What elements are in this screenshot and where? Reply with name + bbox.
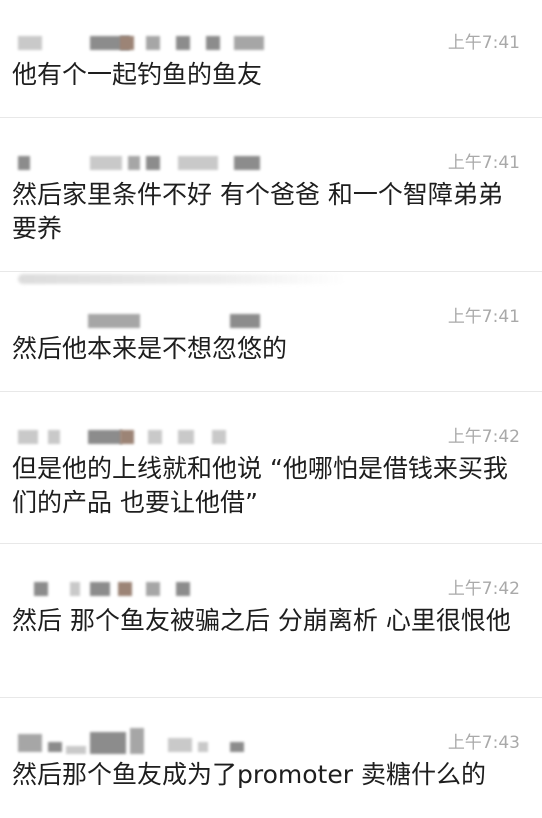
redacted-sender-name — [18, 34, 278, 52]
redacted-sender-name — [18, 580, 278, 598]
message-item[interactable]: 上午7:41 然后他本来是不想忽悠的 — [0, 274, 542, 392]
redacted-sender-name — [18, 312, 278, 330]
message-text: 他有个一起钓鱼的鱼友 — [12, 60, 263, 89]
message-text: 然后 那个鱼友被骗之后 分崩离析 心里很恨他 — [12, 606, 511, 635]
message-item[interactable]: 上午7:41 然后家里条件不好 有个爸爸 和一个智障弟弟要养 — [0, 120, 542, 272]
message-text: 但是他的上线就和他说 “他哪怕是借钱来买我们的产品 也要让他借” — [12, 454, 508, 517]
message-timestamp: 上午7:43 — [447, 733, 520, 753]
redacted-sender-name — [18, 154, 278, 172]
message-item[interactable]: 上午7:43 然后那个鱼友成为了promoter 卖糖什么的 — [0, 700, 542, 818]
message-item[interactable]: 上午7:42 但是他的上线就和他说 “他哪怕是借钱来买我们的产品 也要让他借” — [0, 394, 542, 544]
chat-message-list[interactable]: 上午7:41 他有个一起钓鱼的鱼友 上午7:41 然后家里条件不好 有个爸爸 和… — [0, 0, 542, 818]
message-timestamp: 上午7:41 — [447, 153, 520, 173]
message-timestamp: 上午7:42 — [447, 427, 520, 447]
message-timestamp: 上午7:41 — [447, 33, 520, 53]
redacted-sender-name — [18, 728, 278, 758]
redacted-sender-name — [18, 428, 278, 446]
message-timestamp: 上午7:42 — [447, 579, 520, 599]
message-text: 然后那个鱼友成为了promoter 卖糖什么的 — [12, 760, 486, 789]
message-timestamp: 上午7:41 — [447, 307, 520, 327]
message-text: 然后他本来是不想忽悠的 — [12, 334, 288, 363]
message-item[interactable]: 上午7:41 他有个一起钓鱼的鱼友 — [0, 0, 542, 118]
message-text: 然后家里条件不好 有个爸爸 和一个智障弟弟要养 — [12, 180, 503, 243]
message-item[interactable]: 上午7:42 然后 那个鱼友被骗之后 分崩离析 心里很恨他 — [0, 546, 542, 698]
